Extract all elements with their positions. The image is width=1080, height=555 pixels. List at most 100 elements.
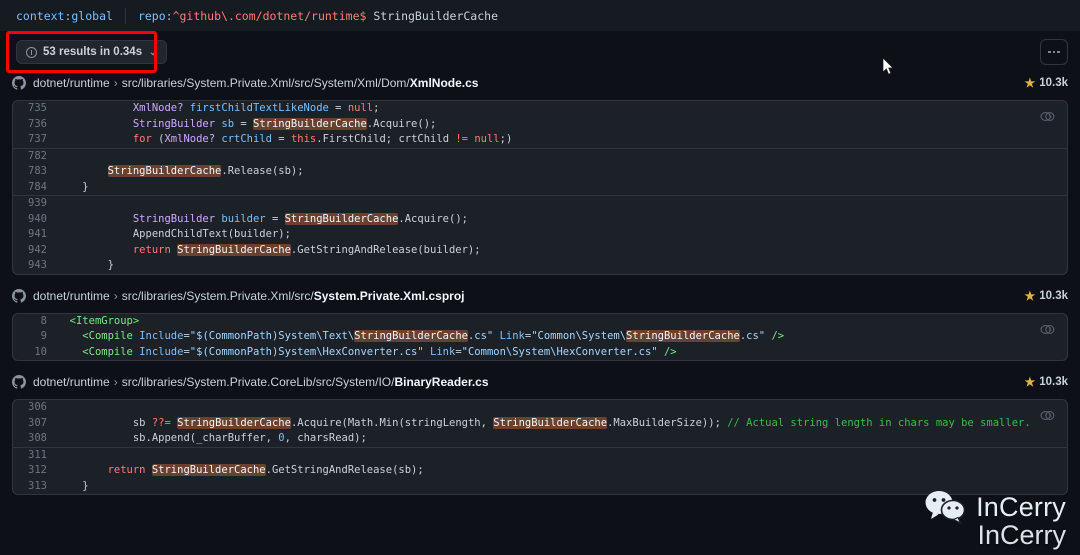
code-snippet-box: 8 <ItemGroup> 9 <Compile Include="$(Comm… [12, 312, 1068, 361]
code-line: 735 XmlNode? firstChildTextLikeNode = nu… [13, 101, 1067, 117]
code-line: 940 StringBuilder builder = StringBuilde… [13, 212, 1067, 228]
star-count-label: 10.3k [1039, 77, 1068, 89]
copy-icon[interactable] [1040, 323, 1055, 336]
code-line: 306 [13, 400, 1067, 416]
code-hunk: 8 <ItemGroup> 9 <Compile Include="$(Comm… [13, 314, 1067, 361]
results-count-button[interactable]: 53 results in 0.34s ⌄ [16, 40, 167, 64]
repo-name[interactable]: dotnet/runtime [33, 289, 110, 303]
line-content: return StringBuilderCache.GetStringAndRe… [132, 243, 481, 256]
result-header: dotnet/runtime › src/libraries/System.Priv… [12, 371, 1068, 393]
line-content [57, 149, 1067, 165]
results-count-label: 53 results in 0.34s [43, 46, 143, 58]
github-mark-icon [12, 76, 26, 90]
more-options-button[interactable] [1040, 39, 1068, 65]
code-line: 311 [13, 448, 1067, 464]
search-result-item: dotnet/runtime › src/libraries/System.Priv… [12, 371, 1068, 495]
line-content: StringBuilder sb = StringBuilderCache.Ac… [132, 117, 437, 130]
star-icon: ★ [1024, 288, 1036, 303]
kebab-dot [1052, 50, 1056, 54]
star-count: ★ 10.3k [1024, 376, 1068, 388]
code-snippet-box: 306 307 sb ??= StringBuilderCache.Acquir… [12, 399, 1068, 495]
line-content: StringBuilder builder = StringBuilderCac… [132, 212, 468, 225]
directory-path: src/libraries/System.Private.Xml/src/ [121, 288, 314, 303]
file-name[interactable]: System.Private.Xml.csproj [314, 289, 465, 303]
line-number: 10 [34, 345, 47, 358]
star-count: ★ 10.3k [1024, 290, 1068, 302]
line-content: <ItemGroup> [69, 314, 140, 327]
line-number: 308 [28, 432, 47, 444]
line-content: } [57, 180, 89, 193]
code-line: 307 sb ??= StringBuilderCache.Acquire(Ma… [13, 416, 1067, 432]
search-result-item: dotnet/runtime › src/libraries/System.Priv… [12, 285, 1068, 361]
path-separator: › [113, 288, 118, 303]
result-file-path[interactable]: dotnet/runtime › src/libraries/System.Priv… [33, 289, 465, 303]
line-content: <Compile Include="$(CommonPath)System\Te… [82, 330, 785, 342]
watermark-subtitle: InCerry [977, 520, 1066, 550]
line-number: 9 [40, 330, 47, 342]
search-results-list: dotnet/runtime › src/libraries/System.Priv… [0, 72, 1080, 495]
line-content: sb.Append(_charBuffer, 0, charsRead); [132, 432, 367, 444]
file-name[interactable]: BinaryReader.cs [394, 375, 488, 389]
star-count-label: 10.3k [1039, 289, 1068, 302]
code-line: 939 [13, 196, 1067, 212]
line-content: XmlNode? firstChildTextLikeNode = null; [132, 102, 380, 114]
search-qualifier-bar[interactable]: context:global repo:^github\.com/dotnet/… [0, 0, 1080, 32]
star-count-label: 10.3k [1039, 376, 1068, 388]
context-qualifier[interactable]: context:global [16, 9, 113, 23]
kebab-dot [1048, 50, 1051, 54]
result-header: dotnet/runtime › src/libraries/System.Priv… [12, 72, 1068, 94]
results-count-wrapper: 53 results in 0.34s ⌄ [6, 31, 167, 73]
code-line: 10 <Compile Include="$(CommonPath)System… [13, 345, 1067, 361]
file-name[interactable]: XmlNode.cs [410, 76, 479, 90]
code-line: 9 <Compile Include="$(CommonPath)System\… [13, 329, 1067, 345]
watermark-brand: InCerry [976, 491, 1066, 522]
line-number: 784 [28, 180, 47, 193]
copy-icon[interactable] [1040, 409, 1055, 422]
code-line: 941 AppendChildText(builder); [13, 227, 1067, 243]
line-number: 311 [28, 448, 47, 461]
search-query[interactable]: repo:^github\.com/dotnet/runtime$ String… [138, 9, 498, 23]
line-number: 307 [28, 416, 47, 429]
code-line: 8 <ItemGroup> [13, 314, 1067, 330]
kebab-dot [1057, 50, 1060, 54]
code-line: 942 return StringBuilderCache.GetStringA… [13, 243, 1067, 259]
line-number: 8 [40, 314, 47, 327]
line-content [57, 400, 1067, 416]
copy-icon[interactable] [1040, 110, 1055, 123]
github-mark-icon [12, 288, 26, 303]
repo-name[interactable]: dotnet/runtime [33, 375, 110, 389]
watermark-primary-row: InCerry [924, 490, 1066, 524]
code-hunk: 782 783 StringBuilderCache.Release(sb); … [13, 147, 1067, 196]
line-number: 940 [28, 212, 47, 225]
code-line: 783 StringBuilderCache.Release(sb); [13, 164, 1067, 180]
line-number: 942 [28, 243, 47, 256]
code-hunk: 939 940 StringBuilder builder = StringBu… [13, 195, 1067, 274]
code-line: 782 [13, 149, 1067, 165]
repo-name[interactable]: dotnet/runtime [33, 76, 110, 90]
qualifier-divider [124, 7, 126, 24]
line-content: StringBuilderCache.Release(sb); [107, 165, 304, 177]
repo-qualifier-key: repo: [137, 8, 173, 23]
code-snippet-box: 735 XmlNode? firstChildTextLikeNode = nu… [12, 100, 1068, 275]
line-number: 736 [28, 117, 47, 130]
result-header: dotnet/runtime › src/libraries/System.Priv… [12, 285, 1068, 307]
line-content [57, 196, 1067, 212]
info-icon [26, 46, 37, 58]
directory-path: src/libraries/System.Private.CoreLib/src… [121, 375, 395, 389]
result-file-path[interactable]: dotnet/runtime › src/libraries/System.Priv… [33, 76, 478, 90]
code-line: 313 } [13, 479, 1067, 495]
result-file-path[interactable]: dotnet/runtime › src/libraries/System.Priv… [33, 375, 489, 389]
line-number: 306 [28, 401, 47, 413]
line-content: AppendChildText(builder); [132, 228, 291, 240]
code-line: 308 sb.Append(_charBuffer, 0, charsRead)… [13, 431, 1067, 447]
watermark: InCerry InCerry [924, 490, 1066, 551]
code-line: 784 } [13, 180, 1067, 196]
line-number: 737 [28, 133, 47, 145]
line-number: 939 [28, 197, 47, 209]
star-count: ★ 10.3k [1024, 77, 1068, 89]
code-hunk: 311 312 return StringBuilderCache.GetStr… [13, 446, 1067, 495]
path-separator: › [113, 76, 118, 90]
line-content: for (XmlNode? crtChild = this.FirstChild… [132, 133, 513, 145]
repo-qualifier-value: ^github\.com/dotnet/runtime$ [172, 8, 367, 23]
line-number: 783 [28, 165, 47, 177]
